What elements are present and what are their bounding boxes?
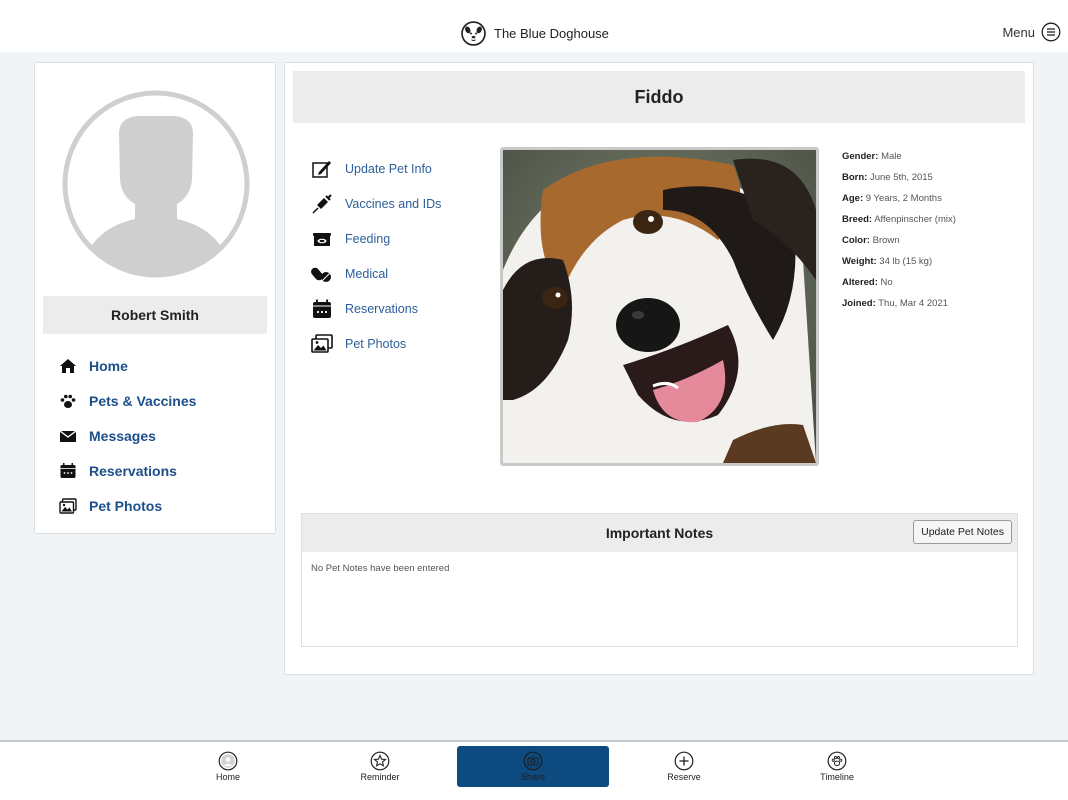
pet-actions: Update Pet Info Vaccines and IDs Feeding… <box>311 151 491 361</box>
detail-value: 34 lb (15 kg) <box>879 256 933 267</box>
pills-icon <box>311 263 333 285</box>
detail-value: June 5th, 2015 <box>869 172 933 183</box>
avatar-icon <box>218 751 238 771</box>
action-label: Medical <box>345 266 389 281</box>
action-update-pet-info[interactable]: Update Pet Info <box>311 151 491 186</box>
sidebar-item-label: Home <box>89 357 128 374</box>
detail-value: Male <box>881 151 902 162</box>
notes-header: Important Notes Update Pet Notes <box>302 514 1017 552</box>
menu-label: Menu <box>1002 24 1035 40</box>
profile-card: Robert Smith Home Pets & Vaccines Messag… <box>34 62 276 534</box>
update-pet-notes-button[interactable]: Update Pet Notes <box>913 520 1012 544</box>
sidebar-item-pet-photos[interactable]: Pet Photos <box>59 488 259 523</box>
detail-key: Gender: <box>842 151 879 162</box>
action-label: Pet Photos <box>345 336 407 351</box>
star-icon <box>370 751 390 771</box>
avatar <box>62 90 250 278</box>
paw-icon <box>59 392 77 410</box>
sidebar-item-label: Reservations <box>89 462 177 479</box>
envelope-icon <box>59 427 77 445</box>
detail-gender: Gender: Male <box>842 149 1022 170</box>
tab-timeline[interactable]: Timeline <box>761 746 913 787</box>
sidebar-item-label: Pets & Vaccines <box>89 392 197 409</box>
action-label: Reservations <box>345 301 418 316</box>
sidebar-item-reservations[interactable]: Reservations <box>59 453 259 488</box>
food-bowl-icon <box>311 228 333 250</box>
pet-name: Fiddo <box>293 71 1025 123</box>
action-feeding[interactable]: Feeding <box>311 221 491 256</box>
tab-label: Home <box>215 772 240 782</box>
detail-key: Weight: <box>842 256 877 267</box>
detail-breed: Breed: Affenpinscher (mix) <box>842 212 1022 233</box>
sidebar-item-label: Pet Photos <box>89 497 163 514</box>
detail-key: Born: <box>842 172 868 183</box>
detail-value: 9 Years, 2 Months <box>865 193 942 204</box>
tab-reserve[interactable]: Reserve <box>608 746 760 787</box>
detail-color: Color: Brown <box>842 233 1022 254</box>
bottom-nav: Home Reminder Share Reserve Timeline <box>0 740 1068 800</box>
important-notes-panel: Important Notes Update Pet Notes No Pet … <box>301 513 1018 647</box>
brand[interactable]: The Blue Doghouse <box>461 21 609 46</box>
detail-value: Thu, Mar 4 2021 <box>878 298 948 309</box>
notes-empty-text: No Pet Notes have been entered <box>311 563 450 574</box>
calendar-icon <box>59 462 77 480</box>
detail-weight: Weight: 34 lb (15 kg) <box>842 254 1022 275</box>
detail-key: Age: <box>842 193 864 204</box>
top-bar: The Blue Doghouse Menu <box>0 0 1068 52</box>
action-reservations[interactable]: Reservations <box>311 291 491 326</box>
detail-joined: Joined: Thu, Mar 4 2021 <box>842 296 1022 317</box>
pet-photo[interactable] <box>500 147 819 466</box>
action-label: Feeding <box>345 231 391 246</box>
tab-label: Timeline <box>820 772 854 782</box>
detail-altered: Altered: No <box>842 275 1022 296</box>
brand-name: The Blue Doghouse <box>494 26 609 41</box>
sidebar-nav: Home Pets & Vaccines Messages Reservatio… <box>59 348 259 523</box>
detail-value: No <box>880 277 893 288</box>
detail-key: Breed: <box>842 214 873 225</box>
tab-label: Reminder <box>360 772 400 782</box>
tab-reminder[interactable]: Reminder <box>304 746 456 787</box>
pet-card: Fiddo Update Pet Info Vaccines and IDs F… <box>284 62 1034 675</box>
sidebar-item-label: Messages <box>89 427 156 444</box>
detail-key: Altered: <box>842 277 878 288</box>
sidebar-item-messages[interactable]: Messages <box>59 418 259 453</box>
detail-key: Joined: <box>842 298 876 309</box>
camera-icon <box>523 751 543 771</box>
action-label: Vaccines and IDs <box>345 196 442 211</box>
paw-circle-icon <box>827 751 847 771</box>
photos-icon <box>311 333 333 355</box>
menu-button[interactable]: Menu <box>1002 22 1061 42</box>
pet-details: Gender: Male Born: June 5th, 2015 Age: 9… <box>842 149 1022 317</box>
dog-photo-image <box>503 150 816 463</box>
sidebar-item-home[interactable]: Home <box>59 348 259 383</box>
action-medical[interactable]: Medical <box>311 256 491 291</box>
dog-logo-icon <box>461 21 486 46</box>
detail-born: Born: June 5th, 2015 <box>842 170 1022 191</box>
tab-share[interactable]: Share <box>457 746 609 787</box>
sidebar-item-pets-vaccines[interactable]: Pets & Vaccines <box>59 383 259 418</box>
tab-label: Share <box>520 772 546 782</box>
hamburger-circle-icon <box>1041 22 1061 42</box>
detail-age: Age: 9 Years, 2 Months <box>842 191 1022 212</box>
edit-icon <box>311 158 333 180</box>
detail-key: Color: <box>842 235 870 246</box>
plus-circle-icon <box>674 751 694 771</box>
action-pet-photos[interactable]: Pet Photos <box>311 326 491 361</box>
tab-home[interactable]: Home <box>152 746 304 787</box>
syringe-icon <box>311 193 333 215</box>
home-icon <box>59 357 77 375</box>
notes-title: Important Notes <box>605 525 714 541</box>
action-vaccines-ids[interactable]: Vaccines and IDs <box>311 186 491 221</box>
user-name: Robert Smith <box>43 296 267 334</box>
photos-icon <box>59 497 77 515</box>
detail-value: Affenpinscher (mix) <box>874 214 956 225</box>
calendar-icon <box>311 298 333 320</box>
action-label: Update Pet Info <box>345 161 432 176</box>
detail-value: Brown <box>872 235 900 246</box>
tab-label: Reserve <box>667 772 701 782</box>
